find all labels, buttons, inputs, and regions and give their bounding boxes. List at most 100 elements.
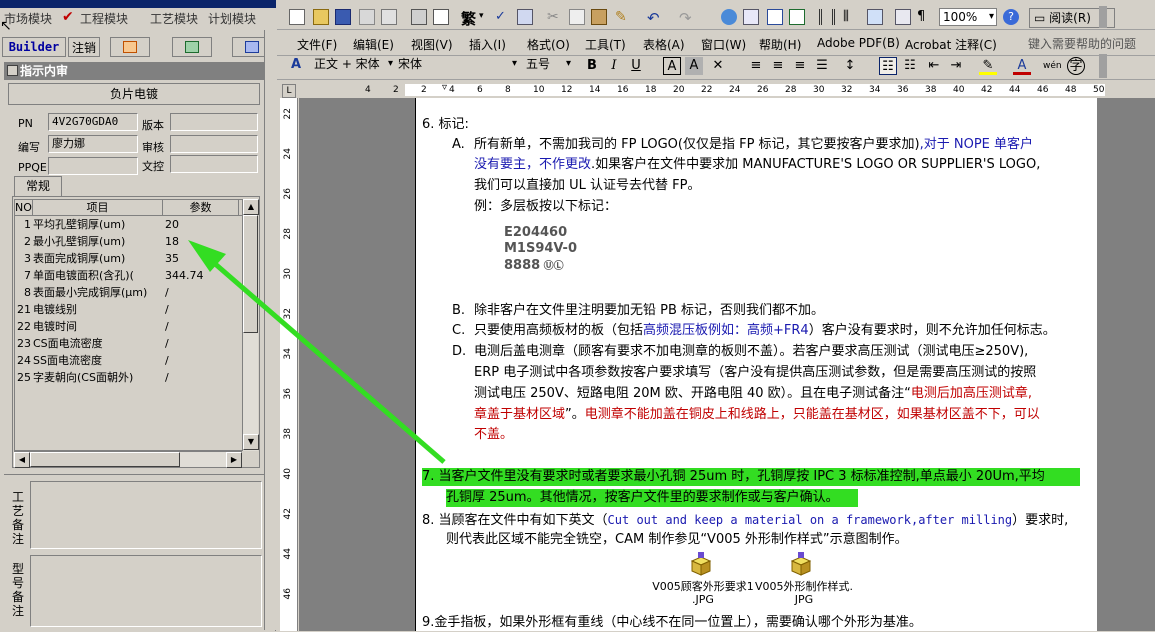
attachment-2[interactable]: V005外形制作样式. JPG	[754, 580, 854, 606]
menu-engineering[interactable]: 工程模块	[80, 10, 128, 27]
version-field[interactable]	[170, 113, 258, 131]
hscroll-thumb[interactable]	[30, 452, 180, 467]
process-memo-field[interactable]	[30, 481, 262, 549]
excel-icon[interactable]	[172, 37, 212, 57]
numbering-icon[interactable]: ☷	[879, 57, 897, 75]
menu-tools[interactable]: 工具(T)	[585, 36, 626, 53]
control-field[interactable]	[170, 155, 258, 173]
review-field[interactable]	[170, 135, 258, 153]
styles-icon[interactable]: A	[291, 57, 307, 73]
tab-selector-icon[interactable]: L	[282, 84, 296, 98]
menu-window[interactable]: 窗口(W)	[701, 36, 746, 53]
align-right-icon[interactable]: ≡	[791, 57, 809, 75]
table-row[interactable]: 22 电镀时间 /	[15, 318, 255, 335]
document-map-icon[interactable]	[867, 9, 883, 25]
font-combo[interactable]: 宋体	[395, 56, 519, 74]
help-search-input[interactable]: 键入需要帮助的问题	[1028, 35, 1154, 53]
bullets-icon[interactable]: ☷	[901, 57, 919, 75]
drawing-icon[interactable]: ⫼	[843, 9, 859, 25]
scroll-thumb[interactable]	[243, 215, 258, 333]
table-row[interactable]: 7 单面电镀面积(含孔)(344.74	[15, 267, 255, 284]
tab-general[interactable]: 常规	[14, 176, 62, 196]
scroll-right-icon[interactable]: ▶	[226, 452, 242, 468]
phonetic-guide-icon[interactable]: wén	[1043, 57, 1062, 75]
document-page[interactable]: 6. 标记: A. 所有新单，不需加我司的 FP LOGO(仅仅是指 FP 标记…	[415, 98, 1097, 631]
cut-icon[interactable]: ✂	[547, 9, 563, 25]
menu-view[interactable]: 视图(V)	[411, 36, 453, 53]
scroll-down-icon[interactable]: ▼	[243, 434, 259, 450]
table-row[interactable]: 23 CS面电流密度 /	[15, 335, 255, 352]
menu-file[interactable]: 文件(F)	[297, 36, 337, 53]
scroll-up-icon[interactable]: ▲	[243, 199, 259, 215]
chevron-down-icon[interactable]: ▾	[479, 11, 484, 21]
email-icon[interactable]	[381, 9, 397, 25]
author-field[interactable]: 廖力娜	[48, 135, 138, 153]
grid-header-item[interactable]: 项目	[33, 200, 163, 215]
spelling-icon[interactable]: ✓	[495, 9, 511, 25]
insert-table-icon[interactable]	[767, 9, 783, 25]
highlight-icon[interactable]: ✎	[979, 57, 997, 75]
enclose-char-icon[interactable]: 字	[1067, 57, 1085, 75]
left-splitter[interactable]	[264, 30, 276, 630]
reading-layout-icon[interactable]	[895, 9, 911, 25]
package-icon[interactable]	[788, 551, 814, 577]
menu-process[interactable]: 工艺模块	[150, 10, 198, 27]
format-toolbar-options-icon[interactable]	[1099, 54, 1107, 78]
grid-header-no[interactable]: NO	[15, 200, 33, 215]
model-memo-field[interactable]	[30, 555, 262, 627]
line-spacing-icon[interactable]: ↕	[841, 57, 859, 75]
style-combo[interactable]: 正文 + 宋体	[311, 56, 395, 74]
new-document-icon[interactable]	[289, 9, 305, 25]
columns-icon[interactable]	[819, 9, 835, 25]
traditional-chinese-button[interactable]: 繁	[461, 8, 476, 29]
powerpoint-icon[interactable]	[110, 37, 150, 57]
undo-icon[interactable]: ↶	[647, 9, 663, 27]
decrease-indent-icon[interactable]: ⇤	[925, 57, 943, 75]
align-left-icon[interactable]: ≡	[747, 57, 765, 75]
justify-icon[interactable]: ☰	[813, 57, 831, 75]
increase-indent-icon[interactable]: ⇥	[947, 57, 965, 75]
char-border-button[interactable]: A	[663, 57, 681, 75]
hyperlink-icon[interactable]	[721, 9, 737, 25]
builder-button[interactable]: Builder	[2, 37, 66, 57]
bold-button[interactable]: B	[583, 57, 601, 75]
char-shading-button[interactable]: A	[685, 57, 703, 75]
print-preview-icon[interactable]	[433, 9, 449, 25]
format-painter-icon[interactable]: ✎	[615, 9, 631, 25]
menu-format[interactable]: 格式(O)	[527, 36, 570, 53]
table-row[interactable]: 2 最小孔壁铜厚(um) 18	[15, 233, 255, 250]
grid-vertical-scrollbar[interactable]: ▲ ▼	[242, 199, 259, 451]
show-formatting-icon[interactable]: ¶	[917, 9, 933, 25]
menu-help[interactable]: 帮助(H)	[759, 36, 801, 53]
char-scale-button[interactable]: ✕	[709, 57, 727, 75]
menu-edit[interactable]: 编辑(E)	[353, 36, 394, 53]
grid-header-param[interactable]: 参数	[163, 200, 239, 215]
table-row[interactable]: 24 SS面电流密度 /	[15, 352, 255, 369]
font-size-combo[interactable]: 五号	[523, 56, 573, 74]
logout-button[interactable]: 注销	[68, 37, 100, 57]
menu-insert[interactable]: 插入(I)	[469, 36, 506, 53]
pn-field[interactable]: 4V2G70GDA0	[48, 113, 138, 131]
toolbar-options-icon[interactable]	[1099, 6, 1107, 28]
table-row[interactable]: 21 电镀线别 /	[15, 301, 255, 318]
attachment-1[interactable]: V005顾客外形要求1 .JPG	[650, 580, 756, 606]
grid-horizontal-scrollbar[interactable]: ◀ ▶	[14, 451, 242, 468]
save-icon[interactable]	[335, 9, 351, 25]
align-center-icon[interactable]: ≡	[769, 57, 787, 75]
redo-icon[interactable]: ↷	[679, 9, 695, 27]
copy-icon[interactable]	[569, 9, 585, 25]
menu-table[interactable]: 表格(A)	[643, 36, 685, 53]
italic-button[interactable]: I	[605, 57, 623, 75]
font-color-icon[interactable]: A	[1013, 57, 1031, 75]
table-row[interactable]: 8 表面最小完成铜厚(μm) /	[15, 284, 255, 301]
help-icon[interactable]: ?	[1003, 9, 1019, 25]
table-row[interactable]: 1 平均孔壁铜厚(um) 20	[15, 216, 255, 233]
underline-button[interactable]: U	[627, 57, 645, 75]
permission-icon[interactable]	[359, 9, 375, 25]
menu-adobe-pdf[interactable]: Adobe PDF(B)	[817, 36, 900, 50]
scroll-left-icon[interactable]: ◀	[14, 452, 30, 468]
tables-borders-icon[interactable]	[743, 9, 759, 25]
menu-acrobat-comments[interactable]: Acrobat 注释(C)	[905, 36, 997, 53]
table-row[interactable]: 3 表面完成铜厚(um) 35	[15, 250, 255, 267]
research-icon[interactable]	[517, 9, 533, 25]
